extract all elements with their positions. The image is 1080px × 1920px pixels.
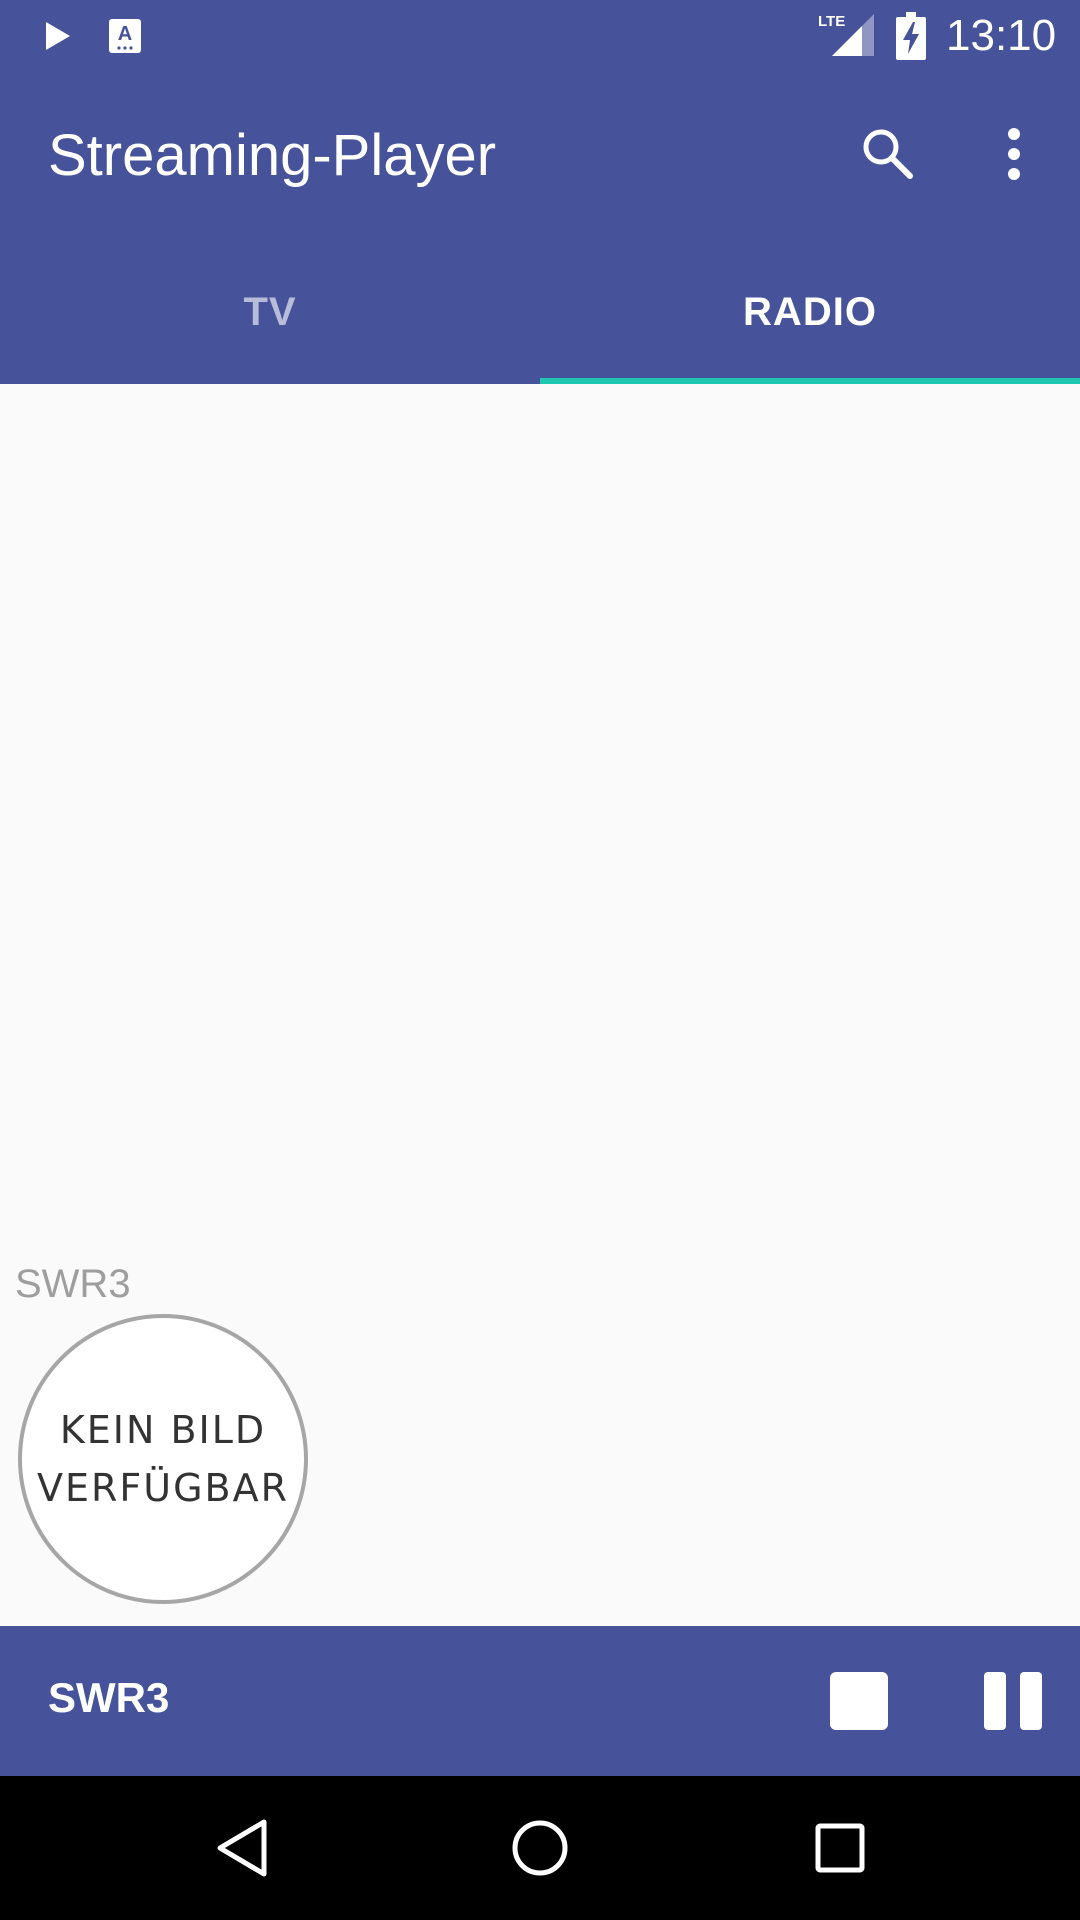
status-bar: A LTE 13:10	[0, 0, 1080, 72]
tab-tv[interactable]: TV	[0, 240, 540, 384]
app-bar: Streaming-Player	[0, 72, 1080, 240]
status-clock: 13:10	[946, 11, 1057, 60]
tab-bar: TV RADIO	[0, 240, 1080, 384]
back-icon[interactable]	[214, 1816, 270, 1880]
tab-radio[interactable]: RADIO	[540, 240, 1080, 384]
station-list: SWR3 KEIN BILD VERFÜGBAR	[0, 384, 1080, 1626]
station-name: SWR3	[15, 1262, 131, 1306]
mini-player[interactable]: SWR3	[0, 1626, 1080, 1776]
network-label: LTE	[818, 13, 845, 30]
app-screen: A LTE 13:10 Streaming-Player TV RADIO SW…	[0, 0, 1080, 1920]
pause-icon[interactable]	[984, 1672, 1042, 1730]
player-title: SWR3	[48, 1674, 170, 1721]
system-nav-bar	[0, 1776, 1080, 1920]
a-icon: A	[109, 19, 141, 53]
app-title: Streaming-Player	[48, 123, 497, 188]
logo-placeholder-line2: VERFÜGBAR	[37, 1466, 289, 1510]
home-icon[interactable]	[510, 1818, 570, 1878]
lte-signal-icon: LTE	[818, 13, 874, 56]
play-icon	[46, 22, 70, 50]
battery-charging-icon	[896, 12, 926, 60]
svg-text:A: A	[118, 23, 132, 45]
more-vert-icon[interactable]	[984, 122, 1048, 186]
logo-placeholder-line1: KEIN BILD	[59, 1408, 267, 1452]
stop-icon[interactable]	[830, 1672, 888, 1730]
station-logo-placeholder[interactable]: KEIN BILD VERFÜGBAR	[18, 1314, 308, 1604]
search-icon[interactable]	[856, 122, 920, 186]
recent-apps-icon[interactable]	[814, 1822, 866, 1874]
